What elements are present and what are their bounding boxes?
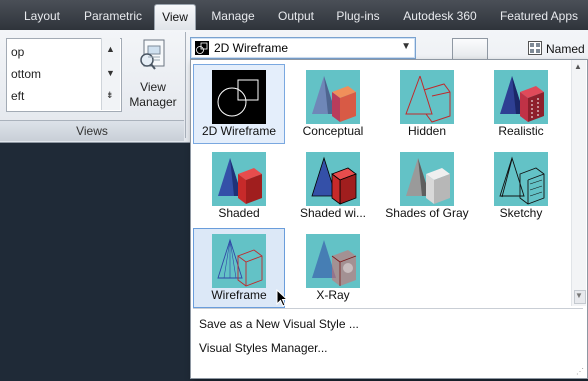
gallery-item-conceptual[interactable]: Conceptual xyxy=(287,64,379,144)
sketchy-icon xyxy=(494,152,548,206)
gallery-item-hidden[interactable]: Hidden xyxy=(381,64,473,144)
visual-styles-dropdown: 2D Wireframe Conceptual Hidden Realistic… xyxy=(190,59,588,379)
gallery-item-label: Shaded wi... xyxy=(299,206,367,220)
scroll-up-icon[interactable]: ▲ xyxy=(106,44,115,54)
x-ray-icon xyxy=(306,234,360,288)
conceptual-icon xyxy=(306,70,360,124)
visual-styles-manager-item[interactable]: Visual Styles Manager... xyxy=(199,341,328,355)
gallery-item-x-ray[interactable]: X-Ray xyxy=(287,228,379,308)
tab-autodesk-360[interactable]: Autodesk 360 xyxy=(396,4,484,28)
tab-plug-ins[interactable]: Plug-ins xyxy=(330,4,386,28)
ribbon-tab-strip: Layout Parametric View Manage Output Plu… xyxy=(0,0,588,31)
gallery-item-label: Hidden xyxy=(407,124,447,138)
expand-list-icon[interactable]: ⇟ xyxy=(106,90,114,101)
tab-view[interactable]: View xyxy=(154,4,196,31)
gallery-item-label: X-Ray xyxy=(316,288,350,302)
views-panel-title-bar[interactable]: Views xyxy=(0,120,184,141)
view-manager-label: Manager xyxy=(129,95,177,109)
gallery-item-label: Conceptual xyxy=(302,124,364,138)
gallery-item-label: Sketchy xyxy=(499,206,543,220)
save-as-new-visual-style-item[interactable]: Save as a New Visual Style ... xyxy=(199,317,359,331)
gallery-item-label: Shades of Gray xyxy=(385,206,469,220)
list-item[interactable]: ottom xyxy=(11,67,41,81)
gallery-item-wireframe[interactable]: Wireframe xyxy=(193,228,285,308)
gallery-item-label: Realistic xyxy=(498,124,544,138)
panel-title: Views xyxy=(76,124,108,138)
visual-style-combo[interactable]: 2D Wireframe ▼ xyxy=(190,37,416,59)
gallery-item-label: Wireframe xyxy=(211,288,267,302)
gallery-item-shaded[interactable]: Shaded xyxy=(193,146,285,226)
gallery-item-label: Shaded xyxy=(218,206,260,220)
view-manager-button[interactable]: View Manager xyxy=(124,38,182,118)
menu-divider xyxy=(193,308,583,309)
list-item[interactable]: eft xyxy=(11,89,24,103)
gallery-item-2d-wireframe[interactable]: 2D Wireframe xyxy=(193,64,285,144)
list-item[interactable]: op xyxy=(11,45,24,59)
realistic-icon xyxy=(494,70,548,124)
tab-layout[interactable]: Layout xyxy=(14,4,70,28)
list-scrollbar[interactable]: ▲ ▼ ⇟ xyxy=(101,38,120,110)
scroll-down-icon[interactable]: ▼ xyxy=(106,68,115,78)
panel-divider xyxy=(185,32,186,138)
gallery-scrollbar[interactable]: ▲ ▼ xyxy=(571,60,586,306)
shaded-with-edges-icon xyxy=(306,152,360,206)
gallery-item-sketchy[interactable]: Sketchy xyxy=(475,146,567,226)
mouse-pointer-icon xyxy=(276,289,288,307)
scroll-down-icon[interactable]: ▼ xyxy=(574,290,586,304)
wireframe-icon xyxy=(212,234,266,288)
visual-styles-gallery: 2D Wireframe Conceptual Hidden Realistic… xyxy=(191,60,571,308)
named-views-icon xyxy=(528,41,542,55)
tab-manage[interactable]: Manage xyxy=(204,4,262,28)
view-manager-icon xyxy=(140,39,165,70)
chevron-down-icon[interactable]: ▼ xyxy=(401,41,411,52)
gallery-item-label: 2D Wireframe xyxy=(201,124,276,138)
tab-parametric[interactable]: Parametric xyxy=(78,4,148,28)
gallery-item-realistic[interactable]: Realistic xyxy=(475,64,567,144)
resize-grip-icon[interactable]: ⋰ xyxy=(576,367,584,376)
gallery-item-shaded-with-edges[interactable]: Shaded wi... xyxy=(287,146,379,226)
gallery-item-shades-of-gray[interactable]: Shades of Gray xyxy=(381,146,473,226)
view-manager-label: View xyxy=(140,80,166,94)
2d-wireframe-icon xyxy=(212,70,266,124)
shades-of-gray-icon xyxy=(400,152,454,206)
tab-output[interactable]: Output xyxy=(270,4,322,28)
scroll-up-icon[interactable]: ▲ xyxy=(574,62,584,72)
hidden-icon xyxy=(400,70,454,124)
tab-featured-apps[interactable]: Featured Apps xyxy=(494,4,584,28)
combo-value: 2D Wireframe xyxy=(214,41,289,55)
named-label[interactable]: Named xyxy=(546,42,585,56)
2d-wireframe-thumb-icon xyxy=(195,41,209,55)
shaded-icon xyxy=(212,152,266,206)
